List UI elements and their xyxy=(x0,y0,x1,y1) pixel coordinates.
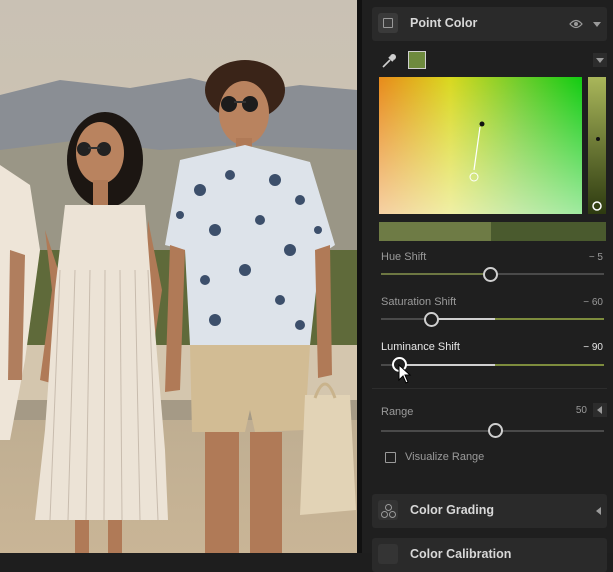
eyedropper-icon[interactable] xyxy=(380,52,398,70)
selected-color-swatch[interactable] xyxy=(408,51,426,69)
luminance-shift-track[interactable] xyxy=(381,364,604,366)
chevron-down-icon[interactable] xyxy=(593,22,601,27)
chevron-left-icon[interactable] xyxy=(596,507,601,515)
section-divider xyxy=(372,388,607,389)
saturation-shift-track[interactable] xyxy=(381,318,604,320)
color-grading-icon xyxy=(378,500,398,520)
edit-panel: Point Color Hue Shift − 5 Saturation Shi… xyxy=(362,0,613,572)
point-color-header[interactable]: Point Color xyxy=(372,7,607,41)
range-value[interactable]: 50 xyxy=(576,405,587,416)
range-label: Range xyxy=(381,406,414,418)
saturation-shift-label: Saturation Shift xyxy=(381,296,457,308)
point-color-icon xyxy=(378,13,398,33)
hue-shift-value[interactable]: − 5 xyxy=(589,252,603,263)
mouse-cursor-icon xyxy=(398,364,412,384)
color-preview-bar xyxy=(379,222,606,241)
visualize-range-label: Visualize Range xyxy=(405,451,485,463)
color-calibration-title: Color Calibration xyxy=(410,547,512,561)
color-grading-header[interactable]: Color Grading xyxy=(372,494,607,528)
color-grading-title: Color Grading xyxy=(410,503,495,517)
chevron-down-icon xyxy=(596,58,604,63)
luminance-bar[interactable] xyxy=(588,77,606,214)
luminance-shift-value[interactable]: − 90 xyxy=(583,342,603,353)
saturation-shift-thumb[interactable] xyxy=(424,312,439,327)
saturation-shift-value[interactable]: − 60 xyxy=(583,297,603,308)
photo-image xyxy=(0,0,357,553)
eye-icon[interactable] xyxy=(569,19,583,29)
visualize-range-checkbox[interactable] xyxy=(385,452,396,463)
color-calibration-icon xyxy=(378,544,398,564)
point-color-title: Point Color xyxy=(410,16,478,30)
hue-saturation-picker[interactable] xyxy=(379,77,582,214)
hue-shift-label: Hue Shift xyxy=(381,251,427,263)
luminance-shift-label: Luminance Shift xyxy=(381,341,460,353)
hue-shift-thumb[interactable] xyxy=(483,267,498,282)
chevron-left-icon xyxy=(597,406,602,414)
swatch-menu-button[interactable] xyxy=(593,53,607,67)
range-menu-button[interactable] xyxy=(593,403,607,417)
range-thumb[interactable] xyxy=(488,423,503,438)
photo-preview xyxy=(0,0,357,553)
color-calibration-header[interactable]: Color Calibration xyxy=(372,538,607,572)
